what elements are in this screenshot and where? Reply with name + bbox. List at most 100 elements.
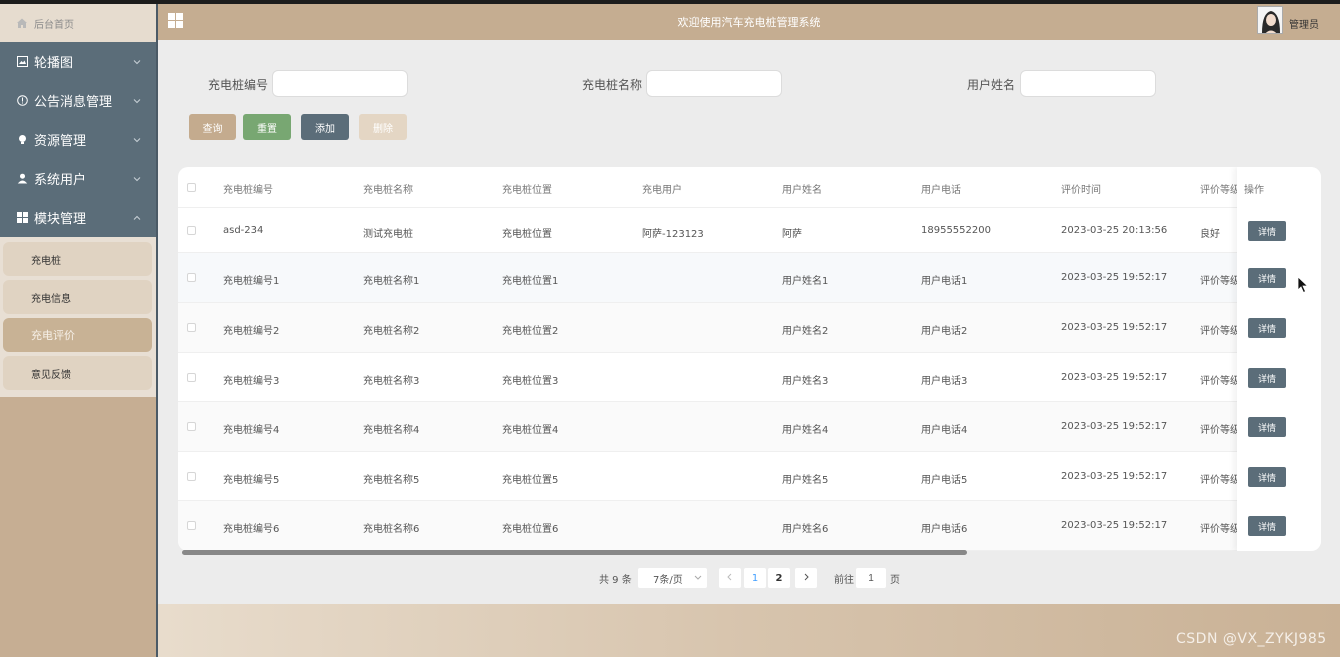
table-row: 充电桩编号6 充电桩名称6 充电桩位置6 用户姓名6 用户电话6 2023-03-25 1… bbox=[178, 501, 1321, 551]
sidebar-home[interactable]: 后台首页 bbox=[0, 4, 156, 42]
sidebar-item-resource[interactable]: 资源管理 bbox=[0, 120, 156, 159]
goto-prefix: 前往 bbox=[834, 574, 854, 586]
col-header-charger-name[interactable]: 充电桩名称 bbox=[363, 181, 413, 196]
detail-button[interactable]: 详情 bbox=[1248, 318, 1286, 338]
cell-charger-location: 充电桩位置5 bbox=[502, 475, 559, 486]
table-row: 充电桩编号1 充电桩名称1 充电桩位置1 用户姓名1 用户电话1 2023-03-25 1… bbox=[178, 253, 1321, 303]
table-row: 充电桩编号5 充电桩名称5 充电桩位置5 用户姓名5 用户电话5 2023-03-25 1… bbox=[178, 452, 1321, 501]
footer-band bbox=[158, 604, 1340, 657]
goto-page-input[interactable] bbox=[856, 568, 886, 588]
horizontal-scrollbar[interactable] bbox=[182, 550, 967, 555]
detail-button[interactable]: 详情 bbox=[1248, 368, 1286, 388]
cell-review-level: 评价等级4 bbox=[1200, 425, 1238, 436]
sidebar-item-label: 模块管理 bbox=[34, 212, 87, 227]
cell-user-name: 用户姓名2 bbox=[782, 326, 829, 337]
cell-review-time: 2023-03-25 19:52:17 bbox=[1061, 520, 1168, 531]
sidebar-subitem-charge-review[interactable]: 充电评价 bbox=[3, 318, 152, 352]
cell-review-time: 2023-03-25 20:13:56 bbox=[1061, 225, 1168, 236]
lightbulb-icon bbox=[16, 134, 28, 146]
sidebar-menu: 轮播图 公告消息管理 资源管理 系统用户 模块管理 bbox=[0, 42, 156, 237]
user-icon bbox=[16, 173, 28, 185]
cell-review-level: 评价等级5 bbox=[1200, 475, 1238, 486]
cell-charger-location: 充电桩位置4 bbox=[502, 425, 559, 436]
table-row: 充电桩编号4 充电桩名称4 充电桩位置4 用户姓名4 用户电话4 2023-03-25 1… bbox=[178, 402, 1321, 452]
info-circle-icon bbox=[16, 95, 28, 107]
search-input-charger-no[interactable] bbox=[272, 70, 408, 97]
table-header-row: 充电桩编号 充电桩名称 充电桩位置 充电用户 用户姓名 用户电话 评价时间 评价… bbox=[178, 167, 1321, 208]
avatar[interactable] bbox=[1257, 6, 1283, 34]
row-checkbox[interactable] bbox=[187, 273, 196, 282]
row-checkbox[interactable] bbox=[187, 373, 196, 382]
search-label-charger-no: 充电桩编号 bbox=[208, 78, 269, 92]
col-header-user-phone[interactable]: 用户电话 bbox=[921, 181, 961, 196]
sidebar-item-label: 系统用户 bbox=[34, 173, 87, 188]
cell-charger-no: asd-234 bbox=[223, 225, 264, 236]
col-header-review-time[interactable]: 评价时间 bbox=[1061, 181, 1101, 196]
sidebar-subitem-charge-info[interactable]: 充电信息 bbox=[3, 280, 152, 314]
page-title: 欢迎使用汽车充电桩管理系统 bbox=[677, 16, 821, 29]
mouse-cursor-icon bbox=[1297, 276, 1309, 294]
sidebar-item-carousel[interactable]: 轮播图 bbox=[0, 42, 156, 81]
detail-button[interactable]: 详情 bbox=[1248, 417, 1286, 437]
watermark: CSDN @VX_ZYKJ985 bbox=[1176, 631, 1327, 647]
chevron-down-icon bbox=[694, 573, 702, 584]
search-label-charger-name: 充电桩名称 bbox=[582, 78, 643, 92]
detail-button[interactable]: 详情 bbox=[1248, 516, 1286, 536]
main-content: 充电桩编号 充电桩名称 用户姓名 查询 重置 添加 删除 充电桩编号 充电桩名称… bbox=[158, 40, 1340, 604]
data-table: 充电桩编号 充电桩名称 充电桩位置 充电用户 用户姓名 用户电话 评价时间 评价… bbox=[178, 167, 1321, 551]
cell-user-name: 阿萨 bbox=[782, 229, 802, 240]
cell-charger-no: 充电桩编号6 bbox=[223, 524, 280, 535]
page-2-button[interactable]: 2 bbox=[768, 568, 790, 588]
row-checkbox[interactable] bbox=[187, 323, 196, 332]
cell-review-time: 2023-03-25 19:52:17 bbox=[1061, 471, 1168, 482]
row-checkbox[interactable] bbox=[187, 472, 196, 481]
cell-user-phone: 用户电话5 bbox=[921, 475, 968, 486]
delete-button[interactable]: 删除 bbox=[359, 114, 407, 140]
user-name[interactable]: 管理员 bbox=[1289, 16, 1319, 31]
row-checkbox[interactable] bbox=[187, 422, 196, 431]
chevron-right-icon bbox=[802, 573, 810, 584]
query-button[interactable]: 查询 bbox=[189, 114, 236, 140]
col-header-charger-location[interactable]: 充电桩位置 bbox=[502, 181, 552, 196]
page-size-select[interactable]: 7条/页 bbox=[638, 568, 707, 588]
cell-user-name: 用户姓名1 bbox=[782, 276, 829, 287]
page-1-button[interactable]: 1 bbox=[744, 568, 766, 588]
chevron-left-icon bbox=[726, 573, 734, 584]
col-header-operation: 操作 bbox=[1244, 185, 1264, 196]
cell-charger-no: 充电桩编号1 bbox=[223, 276, 280, 287]
cell-review-level: 评价等级1 bbox=[1200, 276, 1238, 287]
cell-user-phone: 用户电话4 bbox=[921, 425, 968, 436]
col-header-charger-no[interactable]: 充电桩编号 bbox=[223, 181, 273, 196]
next-page-button[interactable] bbox=[795, 568, 817, 588]
select-all-checkbox[interactable] bbox=[187, 183, 196, 192]
col-header-charge-user[interactable]: 充电用户 bbox=[642, 181, 682, 196]
cell-charger-location: 充电桩位置3 bbox=[502, 376, 559, 387]
row-checkbox[interactable] bbox=[187, 521, 196, 530]
cell-review-time: 2023-03-25 19:52:17 bbox=[1061, 372, 1168, 383]
row-checkbox[interactable] bbox=[187, 226, 196, 235]
cell-review-time: 2023-03-25 19:52:17 bbox=[1061, 421, 1168, 432]
cell-charger-location: 充电桩位置1 bbox=[502, 276, 559, 287]
cell-user-phone: 用户电话1 bbox=[921, 276, 968, 287]
col-header-user-name[interactable]: 用户姓名 bbox=[782, 181, 822, 196]
detail-button[interactable]: 详情 bbox=[1248, 268, 1286, 288]
sidebar-item-modules[interactable]: 模块管理 bbox=[0, 198, 156, 237]
sidebar-item-notice[interactable]: 公告消息管理 bbox=[0, 81, 156, 120]
cell-charger-name: 充电桩名称6 bbox=[363, 524, 420, 535]
sidebar-subitem-charger[interactable]: 充电桩 bbox=[3, 242, 152, 276]
chevron-up-icon bbox=[132, 212, 142, 222]
reset-button[interactable]: 重置 bbox=[243, 114, 291, 140]
sidebar-item-users[interactable]: 系统用户 bbox=[0, 159, 156, 198]
add-button[interactable]: 添加 bbox=[301, 114, 349, 140]
sidebar-subitem-feedback[interactable]: 意见反馈 bbox=[3, 356, 152, 390]
col-header-review-level[interactable]: 评价等级 bbox=[1200, 181, 1238, 196]
search-input-user-name[interactable] bbox=[1020, 70, 1156, 97]
cell-review-time: 2023-03-25 19:52:17 bbox=[1061, 272, 1168, 283]
grid-icon bbox=[16, 212, 28, 224]
cell-user-phone: 18955552200 bbox=[921, 225, 991, 236]
detail-button[interactable]: 详情 bbox=[1248, 221, 1286, 241]
cell-charger-name: 测试充电桩 bbox=[363, 229, 413, 240]
detail-button[interactable]: 详情 bbox=[1248, 467, 1286, 487]
search-input-charger-name[interactable] bbox=[646, 70, 782, 97]
prev-page-button[interactable] bbox=[719, 568, 741, 588]
